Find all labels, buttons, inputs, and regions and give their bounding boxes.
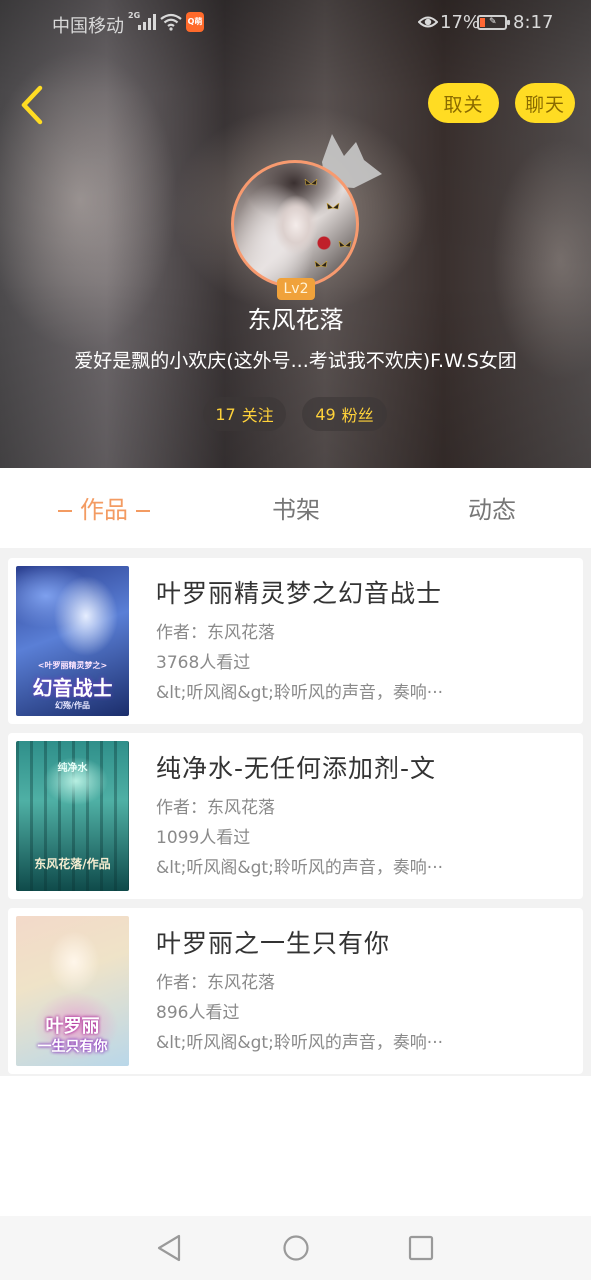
system-nav-bar [0,1216,591,1280]
tab-bookshelf-label: 书架 [272,496,320,524]
book-cover: 叶罗丽 一生只有你 [16,916,129,1066]
butterfly-icon [338,241,352,248]
cover-author: 幻殇/作品 [55,701,90,710]
wifi-icon [160,13,182,31]
following-count: 17 [215,404,236,424]
chat-label: 聊天 [524,93,565,116]
book-cover: 纯净水 东风花落/作品 [16,741,129,891]
work-card[interactable]: 纯净水 东风花落/作品 纯净水-无任何添加剂-文 作者：东风花落 1099人看过… [8,733,583,899]
back-arrow-icon[interactable] [16,84,50,126]
work-author: 作者：东风花落 [156,623,275,643]
avatar-image [231,160,359,288]
tab-moments[interactable]: 动态 [468,490,516,525]
nav-home-icon[interactable] [282,1234,310,1262]
fans-count: 49 [315,404,336,424]
cover-title: 东风花落/作品 [34,857,111,871]
signal-icon [138,14,156,30]
chat-button[interactable]: 聊天 [515,83,575,123]
username: 东风花落 [247,306,344,334]
book-cover: <叶罗丽精灵梦之> 幻音战士 幻殇/作品 [16,566,129,716]
cover-subtitle: 纯净水 [57,763,88,774]
tab-moments-label: 动态 [468,496,516,524]
empty-area [0,1076,591,1216]
work-description: &lt;听风阁&gt;聆听风的声音，奏响··· [156,683,444,703]
cover-title: 叶罗丽 [45,1016,100,1037]
nav-recents-icon[interactable] [408,1234,434,1262]
unfollow-button[interactable]: 取关 [428,83,499,123]
tab-works[interactable]: 作品 [50,490,158,525]
work-description: &lt;听风阁&gt;聆听风的声音，奏响··· [156,1033,444,1053]
butterfly-icon [314,261,328,268]
cover-subtitle: 一生只有你 [37,1039,108,1055]
battery-icon: ✎ [477,15,510,30]
butterfly-icon [326,203,340,210]
work-card[interactable]: 叶罗丽 一生只有你 叶罗丽之一生只有你 作者：东风花落 896人看过 &lt;听… [8,908,583,1074]
clock: 8:17 [513,12,554,33]
work-author: 作者：东风花落 [156,973,275,993]
following-stat[interactable]: 17 关注 [203,397,286,431]
carrier-name: 中国移动 [52,16,124,37]
tab-works-label: 作品 [80,496,128,524]
work-title: 叶罗丽精灵梦之幻音战士 [156,579,443,608]
status-bar: 中国移动 2G Q萌 17% ✎ 8:17 [0,0,591,46]
fans-label: 粉丝 [341,406,374,425]
app-notification-icon: Q萌 [186,12,204,32]
work-description: &lt;听风阁&gt;聆听风的声音，奏响··· [156,858,444,878]
eye-comfort-icon [418,16,438,28]
tab-indicator [136,510,150,512]
avatar[interactable] [231,160,361,290]
battery-percent: 17% [440,12,481,33]
work-views: 1099人看过 [156,828,251,848]
following-label: 关注 [241,406,274,425]
profile-header: 中国移动 2G Q萌 17% ✎ 8:17 取关 聊天 Lv2 东风花落 爱好是… [0,0,591,468]
works-list: <叶罗丽精灵梦之> 幻音战士 幻殇/作品 叶罗丽精灵梦之幻音战士 作者：东风花落… [0,548,591,1076]
butterfly-icon [304,179,318,186]
user-bio: 爱好是飘的小欢庆(这外号...考试我不欢庆)F.W.S女团 [74,350,517,372]
tab-bookshelf[interactable]: 书架 [272,490,320,525]
profile-tabs: 作品 书架 动态 [0,468,591,548]
work-views: 896人看过 [156,1003,240,1023]
unfollow-label: 取关 [443,93,484,116]
cover-subtitle: <叶罗丽精灵梦之> [37,661,108,670]
level-badge: Lv2 [277,278,315,300]
work-author: 作者：东风花落 [156,798,275,818]
work-title: 叶罗丽之一生只有你 [156,929,391,958]
tab-indicator [58,510,72,512]
work-card[interactable]: <叶罗丽精灵梦之> 幻音战士 幻殇/作品 叶罗丽精灵梦之幻音战士 作者：东风花落… [8,558,583,724]
fans-stat[interactable]: 49 粉丝 [302,397,387,431]
work-views: 3768人看过 [156,653,251,673]
work-title: 纯净水-无任何添加剂-文 [156,754,437,783]
nav-back-icon[interactable] [156,1234,182,1262]
cover-title: 幻音战士 [32,676,113,700]
